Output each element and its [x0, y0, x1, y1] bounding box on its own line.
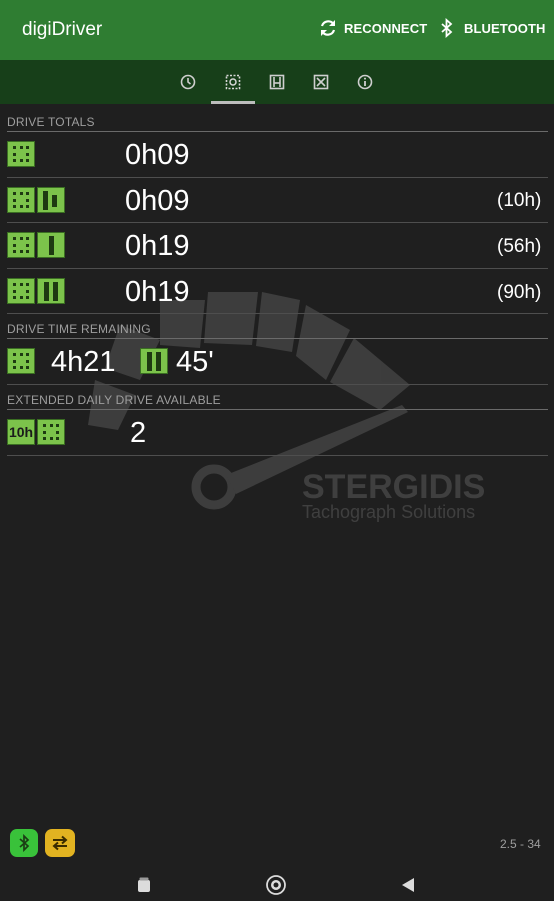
steering-icon — [7, 278, 35, 304]
break-remaining-value: 45' — [176, 346, 214, 378]
bluetooth-label: BLUETOOTH — [464, 20, 546, 36]
drive-limit: (56h) — [497, 236, 542, 257]
drive-totals-header: DRIVE TOTALS — [7, 115, 95, 129]
crossed-hammers-icon — [313, 74, 329, 90]
tab-selected-indicator — [211, 101, 255, 104]
back-button[interactable] — [396, 873, 420, 897]
drive-limit: (90h) — [497, 282, 542, 303]
system-nav-bar — [0, 865, 554, 901]
ten-hour-label: 10h — [7, 419, 35, 445]
steering-icon — [37, 419, 65, 445]
day-bar-icon — [37, 187, 65, 213]
app-bar: digiDriver RECONNECT BLUETOOTH — [0, 0, 554, 60]
watermark-tagline: Tachograph Solutions — [302, 502, 475, 522]
steering-week-badge — [7, 232, 67, 258]
bluetooth-button[interactable]: BLUETOOTH — [440, 18, 546, 38]
extended-drive-count: 2 — [130, 417, 147, 449]
bluetooth-icon — [19, 834, 30, 852]
tab-info[interactable] — [343, 60, 387, 104]
steering-icon — [7, 187, 35, 213]
drive-total-value: 0h19 — [125, 230, 190, 262]
drive-limit: (10h) — [497, 190, 542, 211]
bluetooth-icon — [441, 18, 453, 38]
reconnect-label: RECONNECT — [344, 20, 428, 36]
extended-drive-badge: 10h — [7, 419, 67, 445]
version-label: 2.5 - 34 — [500, 837, 541, 851]
divider — [7, 177, 548, 178]
clock-icon — [180, 74, 196, 90]
steering-icon — [7, 348, 35, 374]
steering-icon — [225, 74, 241, 90]
divider — [7, 455, 548, 456]
back-icon — [402, 878, 414, 892]
drive-time-remaining-value: 4h21 — [51, 346, 116, 378]
divider — [7, 409, 548, 410]
reconnect-button[interactable]: RECONNECT — [318, 18, 427, 38]
steering-icon — [7, 232, 35, 258]
swap-arrows-icon — [52, 835, 68, 851]
drive-total-value: 0h19 — [125, 276, 190, 308]
refresh-icon — [320, 20, 336, 36]
home-button[interactable] — [264, 873, 288, 897]
drive-total-value: 0h09 — [125, 139, 190, 171]
recents-icon — [138, 877, 150, 892]
steering-badge — [7, 141, 37, 167]
steering-icon — [7, 141, 35, 167]
tab-clock[interactable] — [166, 60, 210, 104]
recents-button[interactable] — [132, 873, 156, 897]
bed-icon — [269, 74, 285, 90]
divider — [7, 131, 548, 132]
bluetooth-toggle-button[interactable] — [10, 829, 38, 857]
break-badge — [140, 348, 170, 374]
watermark-brand: STERGIDIS — [302, 468, 485, 506]
home-icon — [266, 875, 286, 895]
divider — [7, 268, 548, 269]
divider — [7, 222, 548, 223]
app-title: digiDriver — [22, 19, 103, 40]
break-icon — [140, 348, 168, 374]
drive-time-remaining-header: DRIVE TIME REMAINING — [7, 322, 151, 336]
steering-fortnight-badge — [7, 278, 67, 304]
steering-day-badge — [7, 187, 67, 213]
tab-rest[interactable] — [255, 60, 299, 104]
remaining-drive-badge — [7, 348, 37, 374]
info-icon — [357, 74, 373, 90]
switch-button[interactable] — [45, 829, 75, 857]
week-bar-icon — [37, 232, 65, 258]
drive-total-value: 0h09 — [125, 185, 190, 217]
divider — [7, 313, 548, 314]
divider — [7, 384, 548, 385]
fortnight-bar-icon — [37, 278, 65, 304]
tab-work[interactable] — [299, 60, 343, 104]
tab-bar — [0, 60, 554, 104]
extended-daily-drive-header: EXTENDED DAILY DRIVE AVAILABLE — [7, 393, 221, 407]
tab-drive[interactable] — [211, 60, 255, 104]
divider — [7, 338, 548, 339]
stergidis-watermark: STERGIDIS Tachograph Solutions — [88, 292, 485, 522]
